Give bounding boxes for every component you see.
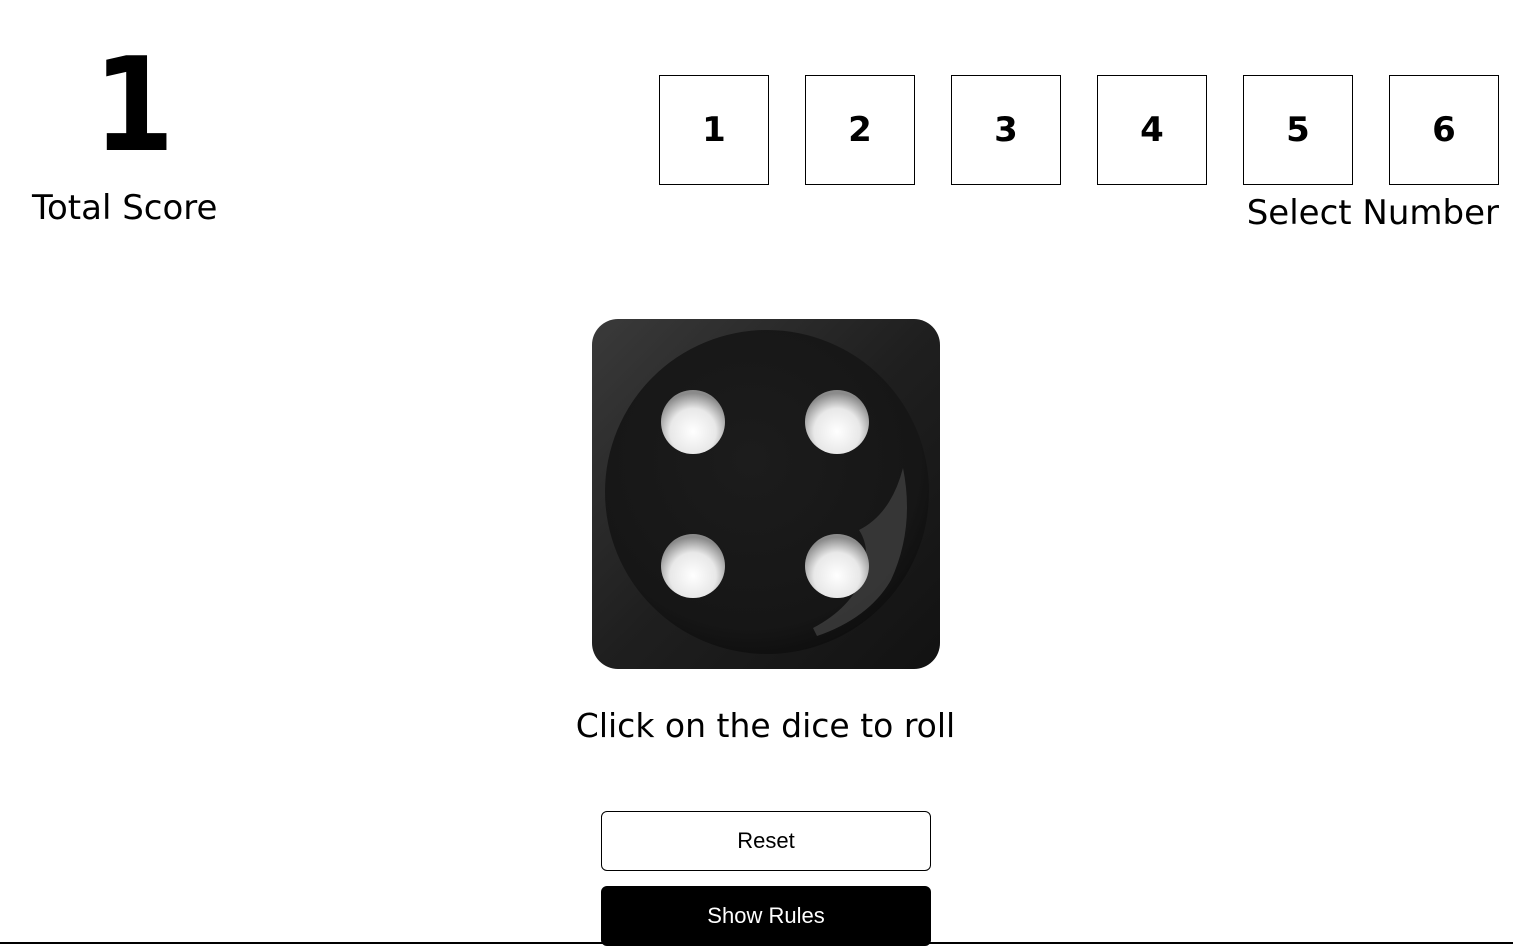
- dice-face-icon: [591, 319, 940, 669]
- number-options: 1 2 3 4 5 6: [659, 75, 1499, 185]
- number-option-5[interactable]: 5: [1243, 75, 1353, 185]
- total-score-label: Total Score: [32, 188, 218, 228]
- number-option-1[interactable]: 1: [659, 75, 769, 185]
- dice-pip-3: [660, 534, 725, 598]
- number-option-3[interactable]: 3: [951, 75, 1061, 185]
- dice-button[interactable]: [591, 318, 941, 670]
- action-buttons: Reset Show Rules: [601, 811, 931, 946]
- bottom-divider: [0, 942, 1513, 944]
- number-option-4[interactable]: 4: [1097, 75, 1207, 185]
- number-option-2[interactable]: 2: [805, 75, 915, 185]
- number-selector: 1 2 3 4 5 6 Select Number: [659, 75, 1499, 233]
- select-number-label: Select Number: [1246, 193, 1499, 233]
- dice-face: [604, 330, 929, 654]
- dice-pip-2: [804, 390, 869, 454]
- total-score-panel: 1 Total Score: [32, 30, 232, 228]
- dice-pip-1: [660, 390, 725, 454]
- show-rules-button[interactable]: Show Rules: [601, 886, 931, 946]
- dice-area: Click on the dice to roll: [0, 318, 1513, 748]
- reset-button[interactable]: Reset: [601, 811, 931, 871]
- dice-pip-4: [804, 534, 869, 598]
- total-score-value: 1: [93, 29, 174, 181]
- number-option-6[interactable]: 6: [1389, 75, 1499, 185]
- dice-hint: Click on the dice to roll: [575, 706, 956, 745]
